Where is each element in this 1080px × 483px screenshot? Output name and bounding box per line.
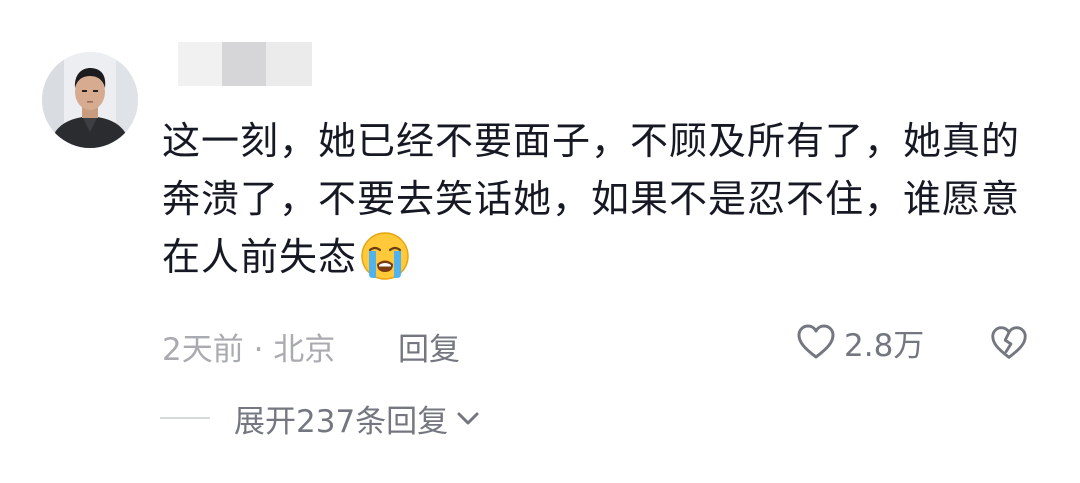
chevron-down-icon[interactable]: [454, 404, 482, 432]
comment-line: 在人前失态: [162, 228, 1042, 286]
broken-heart-icon[interactable]: [988, 322, 1030, 364]
like-count: 2.8万: [844, 327, 925, 364]
avatar[interactable]: [42, 52, 138, 148]
loudly-crying-face-emoji-icon: [361, 232, 409, 280]
time-location: 2天前 · 北京: [162, 332, 336, 368]
reply-button[interactable]: 回复: [398, 324, 460, 369]
username-mosaic: [178, 42, 312, 86]
like-button[interactable]: 2.8万: [794, 318, 924, 366]
expand-replies-button[interactable]: 展开237条回复: [234, 396, 448, 441]
comment-line: 这一刻，她已经不要面子，不顾及所有了，她真的: [162, 119, 1021, 163]
comment-text: 这一刻，她已经不要面子，不顾及所有了，她真的 奔溃了，不要去笑话她，如果不是忍不…: [162, 112, 1042, 286]
heart-outline-icon: [797, 324, 835, 359]
expand-replies-row[interactable]: 展开237条回复: [160, 394, 482, 442]
comment-item: 这一刻，她已经不要面子，不顾及所有了，她真的 奔溃了，不要去笑话她，如果不是忍不…: [0, 0, 1080, 483]
comment-line: 奔溃了，不要去笑话她，如果不是忍不住，谁愿意: [162, 177, 1021, 221]
comment-line-text: 在人前失态: [162, 235, 358, 279]
divider-line: [160, 417, 210, 419]
comment-meta-row: 2天前 · 北京 回复 2.8万: [162, 318, 1042, 369]
